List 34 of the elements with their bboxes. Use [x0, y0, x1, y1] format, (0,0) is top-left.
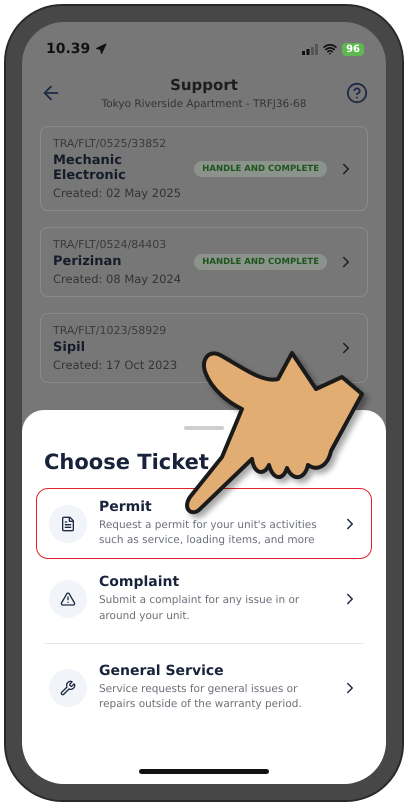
ticket-card[interactable]: TRA/FLT/0524/84403 Perizinan Created: 08 May 2024 HANDLE AND COMPLETE: [40, 227, 368, 297]
page-subtitle: Tokyo Riverside Apartment - TRFJ36-68: [102, 98, 306, 110]
wifi-icon: [323, 42, 338, 56]
ticket-title: Perizinan: [53, 254, 123, 269]
status-badge: HANDLE AND COMPLETE: [194, 160, 327, 176]
ticket-card[interactable]: TRA/FLT/0525/33852 Mechanic Electronic Created: 02 May 2025 HANDLE AND COMPLETE: [40, 126, 368, 211]
ticket-code: TRA/FLT/0524/84403: [53, 238, 168, 251]
ticket-date: Created: 02 May 2025: [53, 186, 182, 200]
signal-icon: [302, 44, 318, 54]
option-title: General Service: [99, 662, 225, 679]
option-title: Permit: [99, 499, 153, 515]
ticket-date: Created: 17 Oct 2023: [53, 358, 178, 372]
ticket-date: Created: 08 May 2024: [53, 272, 182, 286]
warning-icon: [60, 591, 76, 608]
page-title: Support: [170, 76, 238, 94]
status-time: 10.39: [46, 41, 90, 57]
ticket-title: Mechanic Electronic: [53, 153, 127, 183]
ticket-type-option[interactable]: General Service Service requests for general issues or repairs outside of the warranty period.: [36, 652, 372, 724]
sheet-handle[interactable]: [184, 426, 224, 430]
wrench-icon: [60, 680, 76, 696]
sheet-title: Choose Ticket: [44, 450, 210, 474]
battery-indicator: 96: [342, 42, 364, 56]
status-badge: HANDLE AND COMPLETE: [194, 254, 327, 270]
ticket-code: TRA/FLT/0525/33852: [53, 137, 168, 150]
option-description: Service requests for general issues or repairs outside of the warranty period.: [99, 682, 303, 712]
help-button[interactable]: [346, 82, 368, 104]
option-description: Submit a complaint for any issue in or around your unit.: [99, 593, 300, 624]
ticket-code: TRA/FLT/1023/58929: [53, 324, 168, 337]
option-title: Complaint: [99, 574, 180, 590]
ticket-title: Sipil: [53, 340, 86, 355]
option-description: Request a permit for your unit's activities such as service, loading items, and more: [99, 518, 318, 548]
location-icon: [95, 43, 108, 55]
document-icon: [60, 516, 76, 532]
ticket-type-option[interactable]: Complaint Submit a complaint for any issue in or around your unit.: [36, 563, 372, 635]
